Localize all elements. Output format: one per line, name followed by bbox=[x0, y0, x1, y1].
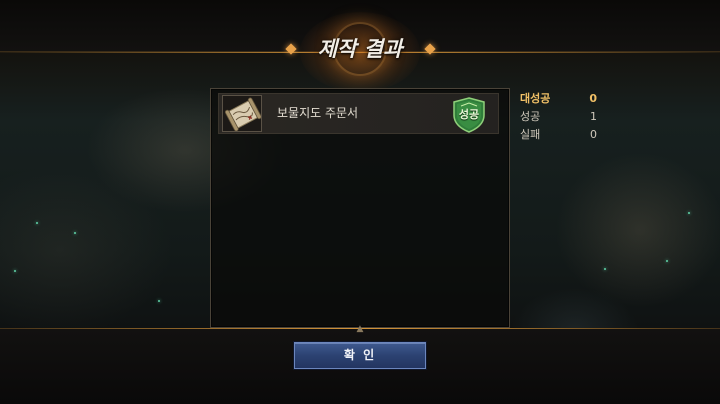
panel-notch-icon: ▲ bbox=[356, 324, 364, 334]
stat-value: 0 bbox=[589, 92, 597, 105]
stat-value: 0 bbox=[590, 128, 597, 141]
stat-fail: 실패 0 bbox=[520, 127, 600, 143]
treasure-map-scroll-icon[interactable] bbox=[222, 95, 262, 132]
sparkle-decoration bbox=[158, 300, 160, 302]
sparkle-decoration bbox=[688, 212, 690, 214]
sparkle-decoration bbox=[36, 222, 38, 224]
stat-value: 1 bbox=[590, 110, 597, 123]
stat-great-success: 대성공 0 bbox=[520, 91, 600, 107]
badge-label: 성공 bbox=[458, 108, 480, 121]
stat-label: 성공 bbox=[520, 110, 541, 123]
stat-success: 성공 1 bbox=[520, 109, 600, 125]
sparkle-decoration bbox=[666, 260, 668, 262]
success-badge: 성공 bbox=[452, 97, 486, 133]
stat-label: 대성공 bbox=[520, 92, 551, 105]
item-name: 보물지도 주문서 bbox=[277, 106, 359, 120]
sparkle-decoration bbox=[14, 270, 16, 272]
confirm-button[interactable]: 확 인 bbox=[294, 342, 426, 369]
dialog-title: 제작 결과 bbox=[317, 37, 403, 61]
sparkle-decoration bbox=[74, 232, 76, 234]
stat-label: 실패 bbox=[520, 128, 541, 141]
sparkle-decoration bbox=[604, 268, 606, 270]
